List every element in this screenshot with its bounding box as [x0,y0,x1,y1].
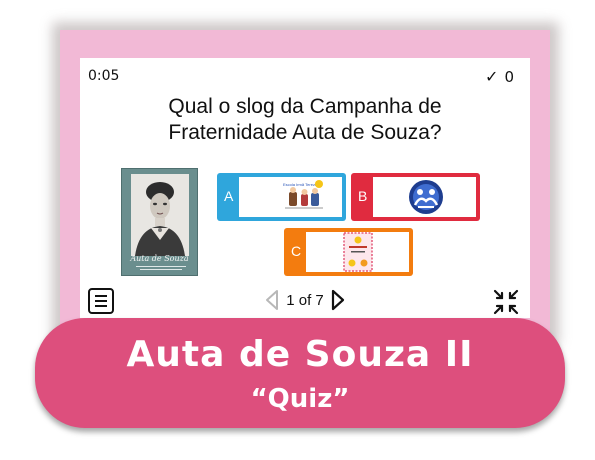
answer-b-button[interactable]: B [351,173,480,221]
menu-icon [95,305,107,307]
score-display: ✓ 0 [485,67,514,86]
answer-c-button[interactable]: C [284,228,413,276]
title-banner: Auta de Souza II “Quiz” [35,318,565,428]
answer-a-image: Escola Irmã Terezinha [239,177,342,217]
next-arrow-icon[interactable] [330,289,346,311]
answer-b-image [373,177,476,217]
page-indicator: 1 of 7 [286,291,324,309]
collapse-icon[interactable] [492,288,520,316]
menu-icon [95,300,107,302]
answer-a-button[interactable]: A Escola Irmã Terezinha [217,173,346,221]
banner-subtitle: “Quiz” [250,384,350,414]
pager: 1 of 7 [245,286,365,314]
question-text: Qual o slog da Campanha de Fraternidade … [168,95,442,144]
portrait-caption: Auta de Souza [130,254,189,263]
banner-title: Auta de Souza II [126,334,474,375]
prev-arrow-icon[interactable] [264,289,280,311]
menu-button[interactable] [88,288,114,314]
answer-letter: B [358,188,368,204]
answer-letter: A [224,188,234,204]
quiz-card: 0:05 ✓ 0 Qual o slog da Campanha de Frat… [80,58,530,318]
score-value: 0 [504,67,514,86]
check-icon: ✓ [485,67,499,86]
portrait-image: Auta de Souza [121,168,198,276]
answer-c-image [306,232,409,272]
answer-letter: C [291,243,302,259]
menu-icon [95,295,107,297]
quiz-navigation-bar: 1 of 7 [80,284,530,316]
portrait-fine-print [136,266,186,270]
timer: 0:05 [88,68,120,84]
portrait-photo [131,174,189,256]
